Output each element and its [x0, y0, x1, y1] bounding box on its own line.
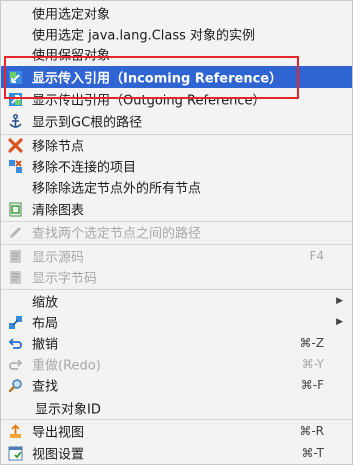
menu-item-show-bytecode[interactable]: 显示字节码 [1, 266, 352, 288]
menu-item-label: 清除图表 [32, 203, 85, 219]
menu-item-label: 查找两个选定节点之间的路径 [32, 226, 202, 242]
remove-unconnected-icon [9, 160, 22, 173]
menu-item-label: 显示字节码 [32, 271, 98, 287]
submenu-arrow-icon: ▶ [336, 317, 343, 327]
menu-item-undo[interactable]: 撤销 ⌘-Z [1, 332, 352, 354]
menu-item-label: 显示传入引用（Incoming Reference） [32, 71, 283, 87]
menu-item-label: 撤销 [32, 337, 59, 353]
menu-item-label: 导出视图 [32, 425, 85, 441]
menu-item-label: 使用选定对象 [32, 7, 111, 23]
menu-item-layout[interactable]: 布局 ▶ [1, 311, 352, 333]
pencil-icon [10, 227, 21, 238]
menu-item-view-settings[interactable]: 视图设置 ⌘-T [1, 442, 352, 464]
anchor-icon [9, 114, 22, 128]
menu-item-label: 布局 [32, 316, 59, 332]
menu-item-show-object-id[interactable]: 显示对象ID [1, 397, 352, 419]
remove-x-icon [8, 138, 23, 153]
menu-item-clear-chart[interactable]: 清除图表 [1, 198, 352, 220]
export-icon [10, 424, 21, 438]
undo-icon [8, 338, 22, 349]
menu-item-shortcut: ⌘-T [301, 446, 324, 460]
bytecode-file-icon [10, 271, 21, 284]
menu-item-shortcut: ⌘-F [300, 378, 324, 392]
menu-item-label: 显示传出引用（Outgoing Reference） [32, 93, 266, 109]
menu-item-find-path-between-nodes[interactable]: 查找两个选定节点之间的路径 [1, 221, 352, 243]
menu-item-label: 移除节点 [32, 139, 85, 155]
menu-item-use-class-instances[interactable]: 使用选定 java.lang.Class 对象的实例 [1, 23, 352, 45]
menu-item-remove-unconnected[interactable]: 移除不连接的项目 [1, 155, 352, 177]
layout-icon [9, 316, 22, 329]
menu-item-label: 视图设置 [32, 447, 85, 463]
menu-item-use-retained-objects[interactable]: 使用保留对象 [1, 43, 352, 65]
menu-item-remove-all-except-selected[interactable]: 移除除选定节点外的所有节点 [1, 176, 352, 198]
menu-item-shortcut: ⌘-Z [299, 336, 324, 350]
menu-item-show-source[interactable]: 显示源码 F4 [1, 245, 352, 267]
menu-item-remove-node[interactable]: 移除节点 [1, 134, 352, 156]
redo-icon [9, 359, 23, 370]
menu-item-find[interactable]: 查找 ⌘-F [1, 374, 352, 396]
menu-item-shortcut: ⌘-Y [301, 357, 324, 371]
context-menu: 使用选定对象 使用选定 java.lang.Class 对象的实例 使用保留对象… [0, 0, 353, 465]
menu-item-label: 使用保留对象 [32, 48, 111, 64]
submenu-arrow-icon: ▶ [336, 296, 343, 306]
menu-item-show-incoming-references[interactable]: 显示传入引用（Incoming Reference） [1, 66, 352, 88]
menu-item-label: 移除除选定节点外的所有节点 [32, 181, 202, 197]
incoming-reference-icon [9, 71, 22, 84]
menu-item-use-selected-objects[interactable]: 使用选定对象 [1, 2, 352, 24]
outgoing-reference-icon [9, 93, 22, 106]
source-file-icon [10, 250, 21, 263]
menu-item-shortcut: F4 [309, 249, 324, 263]
menu-item-show-outgoing-references[interactable]: 显示传出引用（Outgoing Reference） [1, 88, 352, 110]
menu-item-label: 移除不连接的项目 [32, 160, 137, 176]
menu-item-export-view[interactable]: 导出视图 ⌘-R [1, 420, 352, 442]
menu-item-redo[interactable]: 重做(Redo) ⌘-Y [1, 353, 352, 375]
menu-item-label: 查找 [32, 379, 59, 395]
menu-item-label: 显示对象ID [35, 402, 101, 418]
magnifier-icon [8, 379, 22, 393]
view-settings-icon [8, 446, 23, 461]
menu-item-label: 显示到GC根的路径 [32, 115, 143, 131]
clear-chart-icon [9, 202, 22, 217]
menu-item-label: 缩放 [32, 295, 59, 311]
menu-item-label: 重做(Redo) [32, 358, 101, 374]
menu-item-label: 显示源码 [32, 250, 85, 266]
menu-item-shortcut: ⌘-R [299, 424, 324, 438]
menu-item-zoom[interactable]: 缩放 ▶ [1, 290, 352, 312]
menu-item-show-path-to-gc-root[interactable]: 显示到GC根的路径 [1, 110, 352, 132]
menu-item-label: 使用选定 java.lang.Class 对象的实例 [32, 28, 256, 44]
